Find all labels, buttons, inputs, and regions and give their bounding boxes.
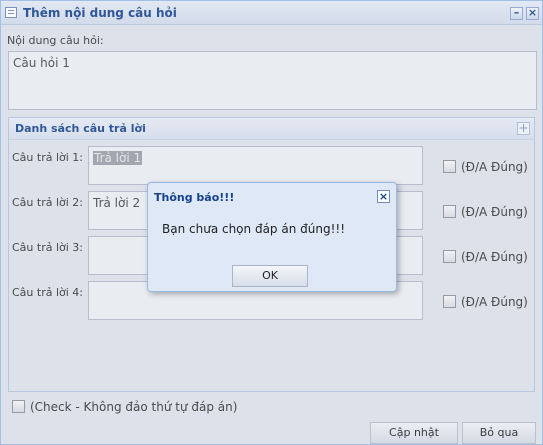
dialog-title: Thông báo!!!	[154, 191, 235, 204]
dialog-ok-button[interactable]: OK	[232, 265, 308, 287]
dialog-message: Bạn chưa chọn đáp án đúng!!!	[162, 222, 345, 236]
dialog-close-icon[interactable]: ×	[377, 190, 390, 203]
dialog-ok-label: OK	[262, 269, 278, 282]
alert-dialog: Thông báo!!! × Bạn chưa chọn đáp án đúng…	[147, 182, 397, 292]
